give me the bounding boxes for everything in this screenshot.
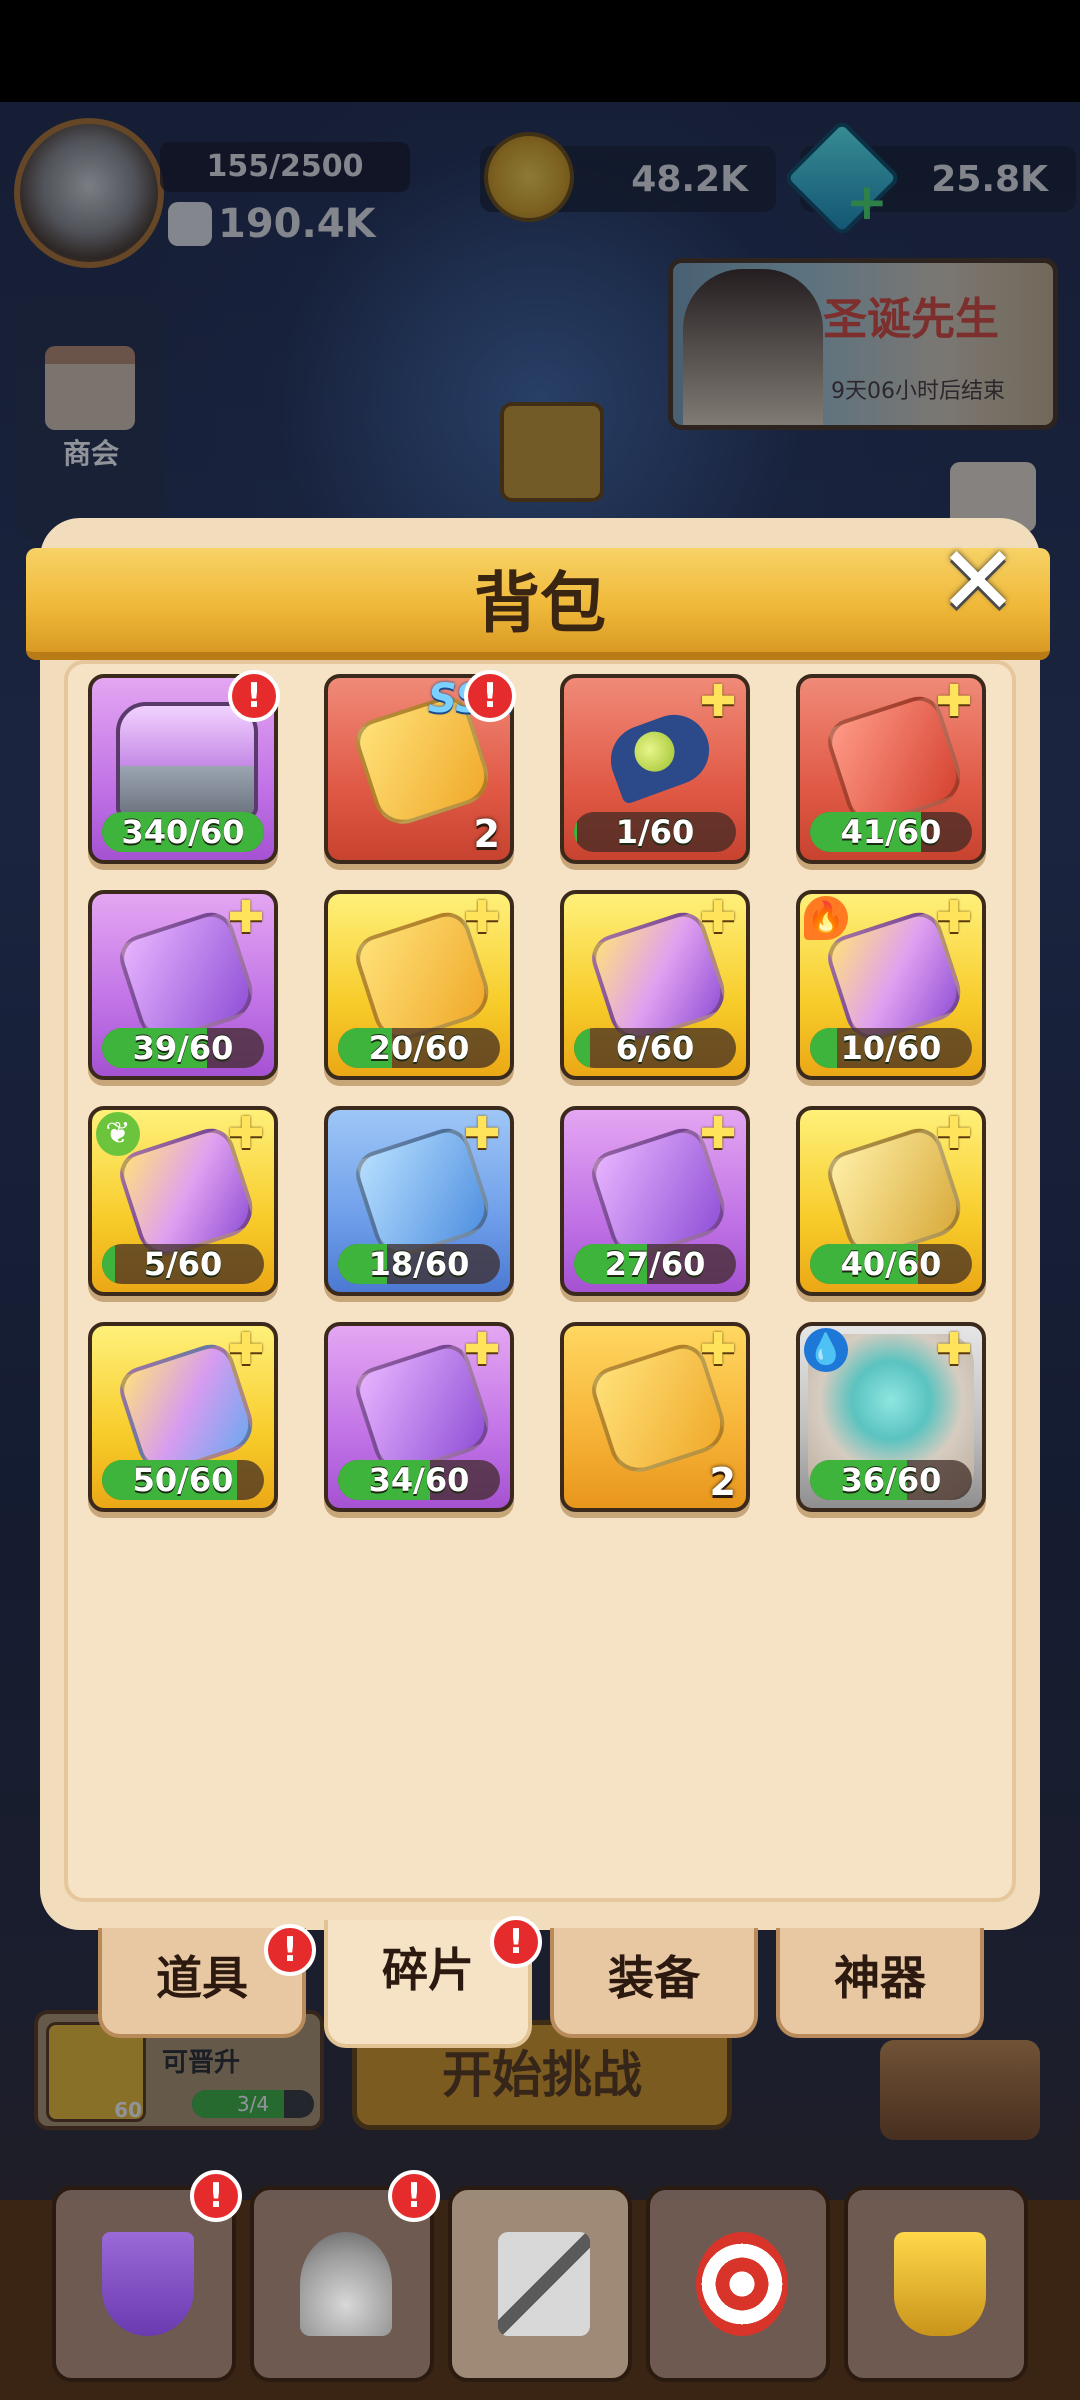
puzzle-badge-icon: ✚ bbox=[227, 1324, 265, 1375]
tab-label: 道具 bbox=[156, 1951, 248, 2005]
fragment-card[interactable]: ✚ 20/60 bbox=[324, 890, 514, 1080]
tab-label: 碎片 bbox=[382, 1943, 474, 1997]
fragment-card[interactable]: SSR!2 bbox=[324, 670, 516, 864]
progress-text: 1/60 bbox=[615, 813, 695, 851]
fire-element-icon: 🔥 bbox=[804, 896, 848, 940]
backpack-title: 背包 bbox=[474, 565, 606, 642]
tab-fragments[interactable]: 碎片 ! bbox=[324, 1916, 542, 2048]
progress-text: 41/60 bbox=[840, 813, 942, 851]
progress-text: 340/60 bbox=[121, 813, 245, 851]
fragment-card[interactable]: ✚ 41/60 bbox=[796, 674, 986, 864]
fragment-progress-bar: 10/60 bbox=[810, 1028, 972, 1068]
fragment-card[interactable]: ✚ 18/60 bbox=[324, 1106, 514, 1296]
alert-icon: ! bbox=[228, 670, 280, 722]
progress-text: 36/60 bbox=[840, 1461, 942, 1499]
nav-gear-button[interactable]: ! bbox=[52, 2170, 242, 2382]
nav-hero-button[interactable]: ! bbox=[250, 2170, 440, 2382]
puzzle-badge-icon: ✚ bbox=[935, 1324, 973, 1375]
puzzle-badge-icon: ✚ bbox=[935, 892, 973, 943]
fragment-progress-bar: 20/60 bbox=[338, 1028, 500, 1068]
puzzle-badge-icon: ✚ bbox=[699, 1108, 737, 1159]
fragment-progress-bar: 1/60 bbox=[574, 812, 736, 852]
fragment-progress-bar: 39/60 bbox=[102, 1028, 264, 1068]
puzzle-badge-icon: ✚ bbox=[699, 1324, 737, 1375]
fragment-card[interactable]: ✚ 6/60 bbox=[560, 890, 750, 1080]
fragment-card[interactable]: ✚!340/60 bbox=[88, 670, 280, 864]
alert-icon: ! bbox=[190, 2170, 242, 2222]
fragment-card[interactable]: ✚ 1/60 bbox=[560, 674, 750, 864]
puzzle-badge-icon: ✚ bbox=[227, 1108, 265, 1159]
puzzle-badge-icon: ✚ bbox=[935, 1108, 973, 1159]
puzzle-badge-icon: ✚ bbox=[699, 676, 737, 727]
close-button[interactable]: ✕ bbox=[930, 533, 1026, 632]
sword-shield-icon bbox=[102, 2232, 194, 2336]
fragment-progress-bar: 5/60 bbox=[102, 1244, 264, 1284]
nav-ranking-button[interactable] bbox=[844, 2186, 1028, 2382]
fragment-card[interactable]: ✚ 40/60 bbox=[796, 1106, 986, 1296]
tab-label: 神器 bbox=[834, 1951, 926, 2005]
puzzle-badge-icon: ✚ bbox=[463, 1108, 501, 1159]
progress-fill bbox=[102, 1244, 116, 1284]
fragment-card[interactable]: ✚ 27/60 bbox=[560, 1106, 750, 1296]
progress-text: 6/60 bbox=[615, 1029, 695, 1067]
fragment-card[interactable]: ✚ 39/60 bbox=[88, 890, 278, 1080]
puzzle-badge-icon: ✚ bbox=[463, 892, 501, 943]
trophy-icon bbox=[894, 2232, 986, 2336]
progress-fill bbox=[810, 1028, 838, 1068]
fragment-progress-bar: 36/60 bbox=[810, 1460, 972, 1500]
water-element-icon: 💧 bbox=[804, 1328, 848, 1372]
puzzle-badge-icon: ✚ bbox=[227, 892, 265, 943]
progress-text: 27/60 bbox=[604, 1245, 706, 1283]
alert-icon: ! bbox=[264, 1924, 316, 1976]
fragment-card[interactable]: ✚ 50/60 bbox=[88, 1322, 278, 1512]
nav-quest-button[interactable] bbox=[646, 2186, 830, 2382]
tab-equipment[interactable]: 装备 bbox=[550, 1928, 758, 2038]
fragment-progress-bar: 34/60 bbox=[338, 1460, 500, 1500]
progress-text: 50/60 bbox=[132, 1461, 234, 1499]
fragment-progress-bar: 41/60 bbox=[810, 812, 972, 852]
alert-icon: ! bbox=[490, 1916, 542, 1968]
fragment-card[interactable]: 💧 ✚ 36/60 bbox=[796, 1322, 986, 1512]
progress-text: 20/60 bbox=[368, 1029, 470, 1067]
progress-fill bbox=[574, 812, 577, 852]
puzzle-badge-icon: ✚ bbox=[935, 676, 973, 727]
progress-text: 40/60 bbox=[840, 1245, 942, 1283]
progress-text: 5/60 bbox=[143, 1245, 223, 1283]
nav-battle-button[interactable] bbox=[448, 2186, 632, 2382]
fragment-progress-bar: 18/60 bbox=[338, 1244, 500, 1284]
puzzle-badge-icon: ✚ bbox=[699, 892, 737, 943]
tab-props[interactable]: 道具 ! bbox=[98, 1924, 316, 2038]
leaf-element-icon: ❦ bbox=[96, 1112, 140, 1156]
viking-helmet-icon bbox=[300, 2232, 392, 2336]
fragment-progress-bar: 50/60 bbox=[102, 1460, 264, 1500]
progress-fill bbox=[574, 1028, 591, 1068]
fragment-card[interactable]: ✚ 2 bbox=[560, 1322, 750, 1512]
fragment-card[interactable]: ✚ 34/60 bbox=[324, 1322, 514, 1512]
puzzle-badge-icon: ✚ bbox=[463, 1324, 501, 1375]
tab-artifacts[interactable]: 神器 bbox=[776, 1928, 984, 2038]
item-quantity: 2 bbox=[473, 812, 500, 856]
fragment-grid: ✚!340/60SSR!2✚1/60✚41/60✚39/60✚20/60✚6/6… bbox=[88, 670, 990, 1512]
fragment-card[interactable]: ❦ ✚ 5/60 bbox=[88, 1106, 278, 1296]
item-quantity: 2 bbox=[709, 1460, 736, 1504]
alert-icon: ! bbox=[464, 670, 516, 722]
fragment-progress-bar: 6/60 bbox=[574, 1028, 736, 1068]
fragment-progress-bar: 340/60 bbox=[102, 812, 264, 852]
progress-text: 39/60 bbox=[132, 1029, 234, 1067]
progress-text: 10/60 bbox=[840, 1029, 942, 1067]
status-bar bbox=[0, 0, 1080, 102]
fragment-progress-bar: 40/60 bbox=[810, 1244, 972, 1284]
target-icon bbox=[696, 2232, 788, 2336]
alert-icon: ! bbox=[388, 2170, 440, 2222]
fragment-card[interactable]: 🔥 ✚ 10/60 bbox=[796, 890, 986, 1080]
progress-text: 18/60 bbox=[368, 1245, 470, 1283]
progress-text: 34/60 bbox=[368, 1461, 470, 1499]
fragment-progress-bar: 27/60 bbox=[574, 1244, 736, 1284]
tab-label: 装备 bbox=[608, 1951, 700, 2005]
crossed-swords-icon bbox=[498, 2232, 590, 2336]
